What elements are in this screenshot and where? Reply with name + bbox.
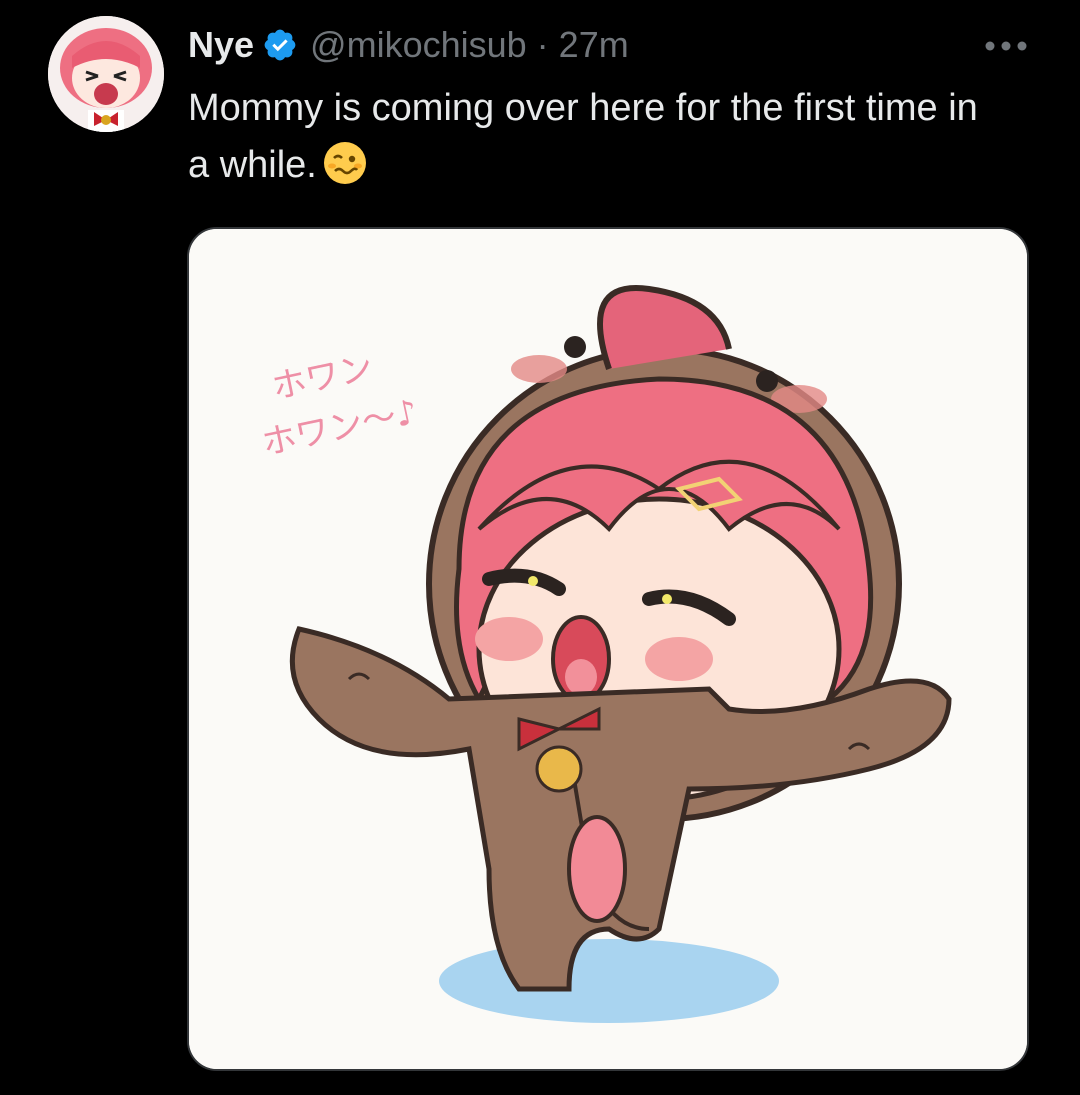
profile-avatar[interactable] bbox=[48, 16, 164, 132]
tweet-text: Mommy is coming over here for the first … bbox=[188, 80, 988, 194]
tweet-header: Nye @mikochisub · 27m bbox=[188, 20, 629, 70]
separator-dot: · bbox=[536, 24, 549, 65]
verified-badge-icon bbox=[262, 27, 298, 63]
more-options-icon[interactable] bbox=[978, 26, 1034, 66]
tweet-timestamp[interactable]: 27m bbox=[559, 24, 629, 66]
tweet[interactable]: Nye @mikochisub · 27m Mommy is coming ov… bbox=[0, 0, 1080, 1095]
tweet-body: Mommy is coming over here for the first … bbox=[188, 87, 978, 186]
woozy-face-emoji bbox=[321, 139, 369, 187]
user-handle[interactable]: @mikochisub bbox=[310, 24, 527, 66]
avatar-illustration bbox=[48, 16, 164, 132]
display-name[interactable]: Nye bbox=[188, 24, 254, 66]
tweet-media-image[interactable]: ホワン ホワン～♪ bbox=[187, 227, 1029, 1071]
chibi-illustration: ホワン ホワン～♪ bbox=[189, 229, 1027, 1069]
